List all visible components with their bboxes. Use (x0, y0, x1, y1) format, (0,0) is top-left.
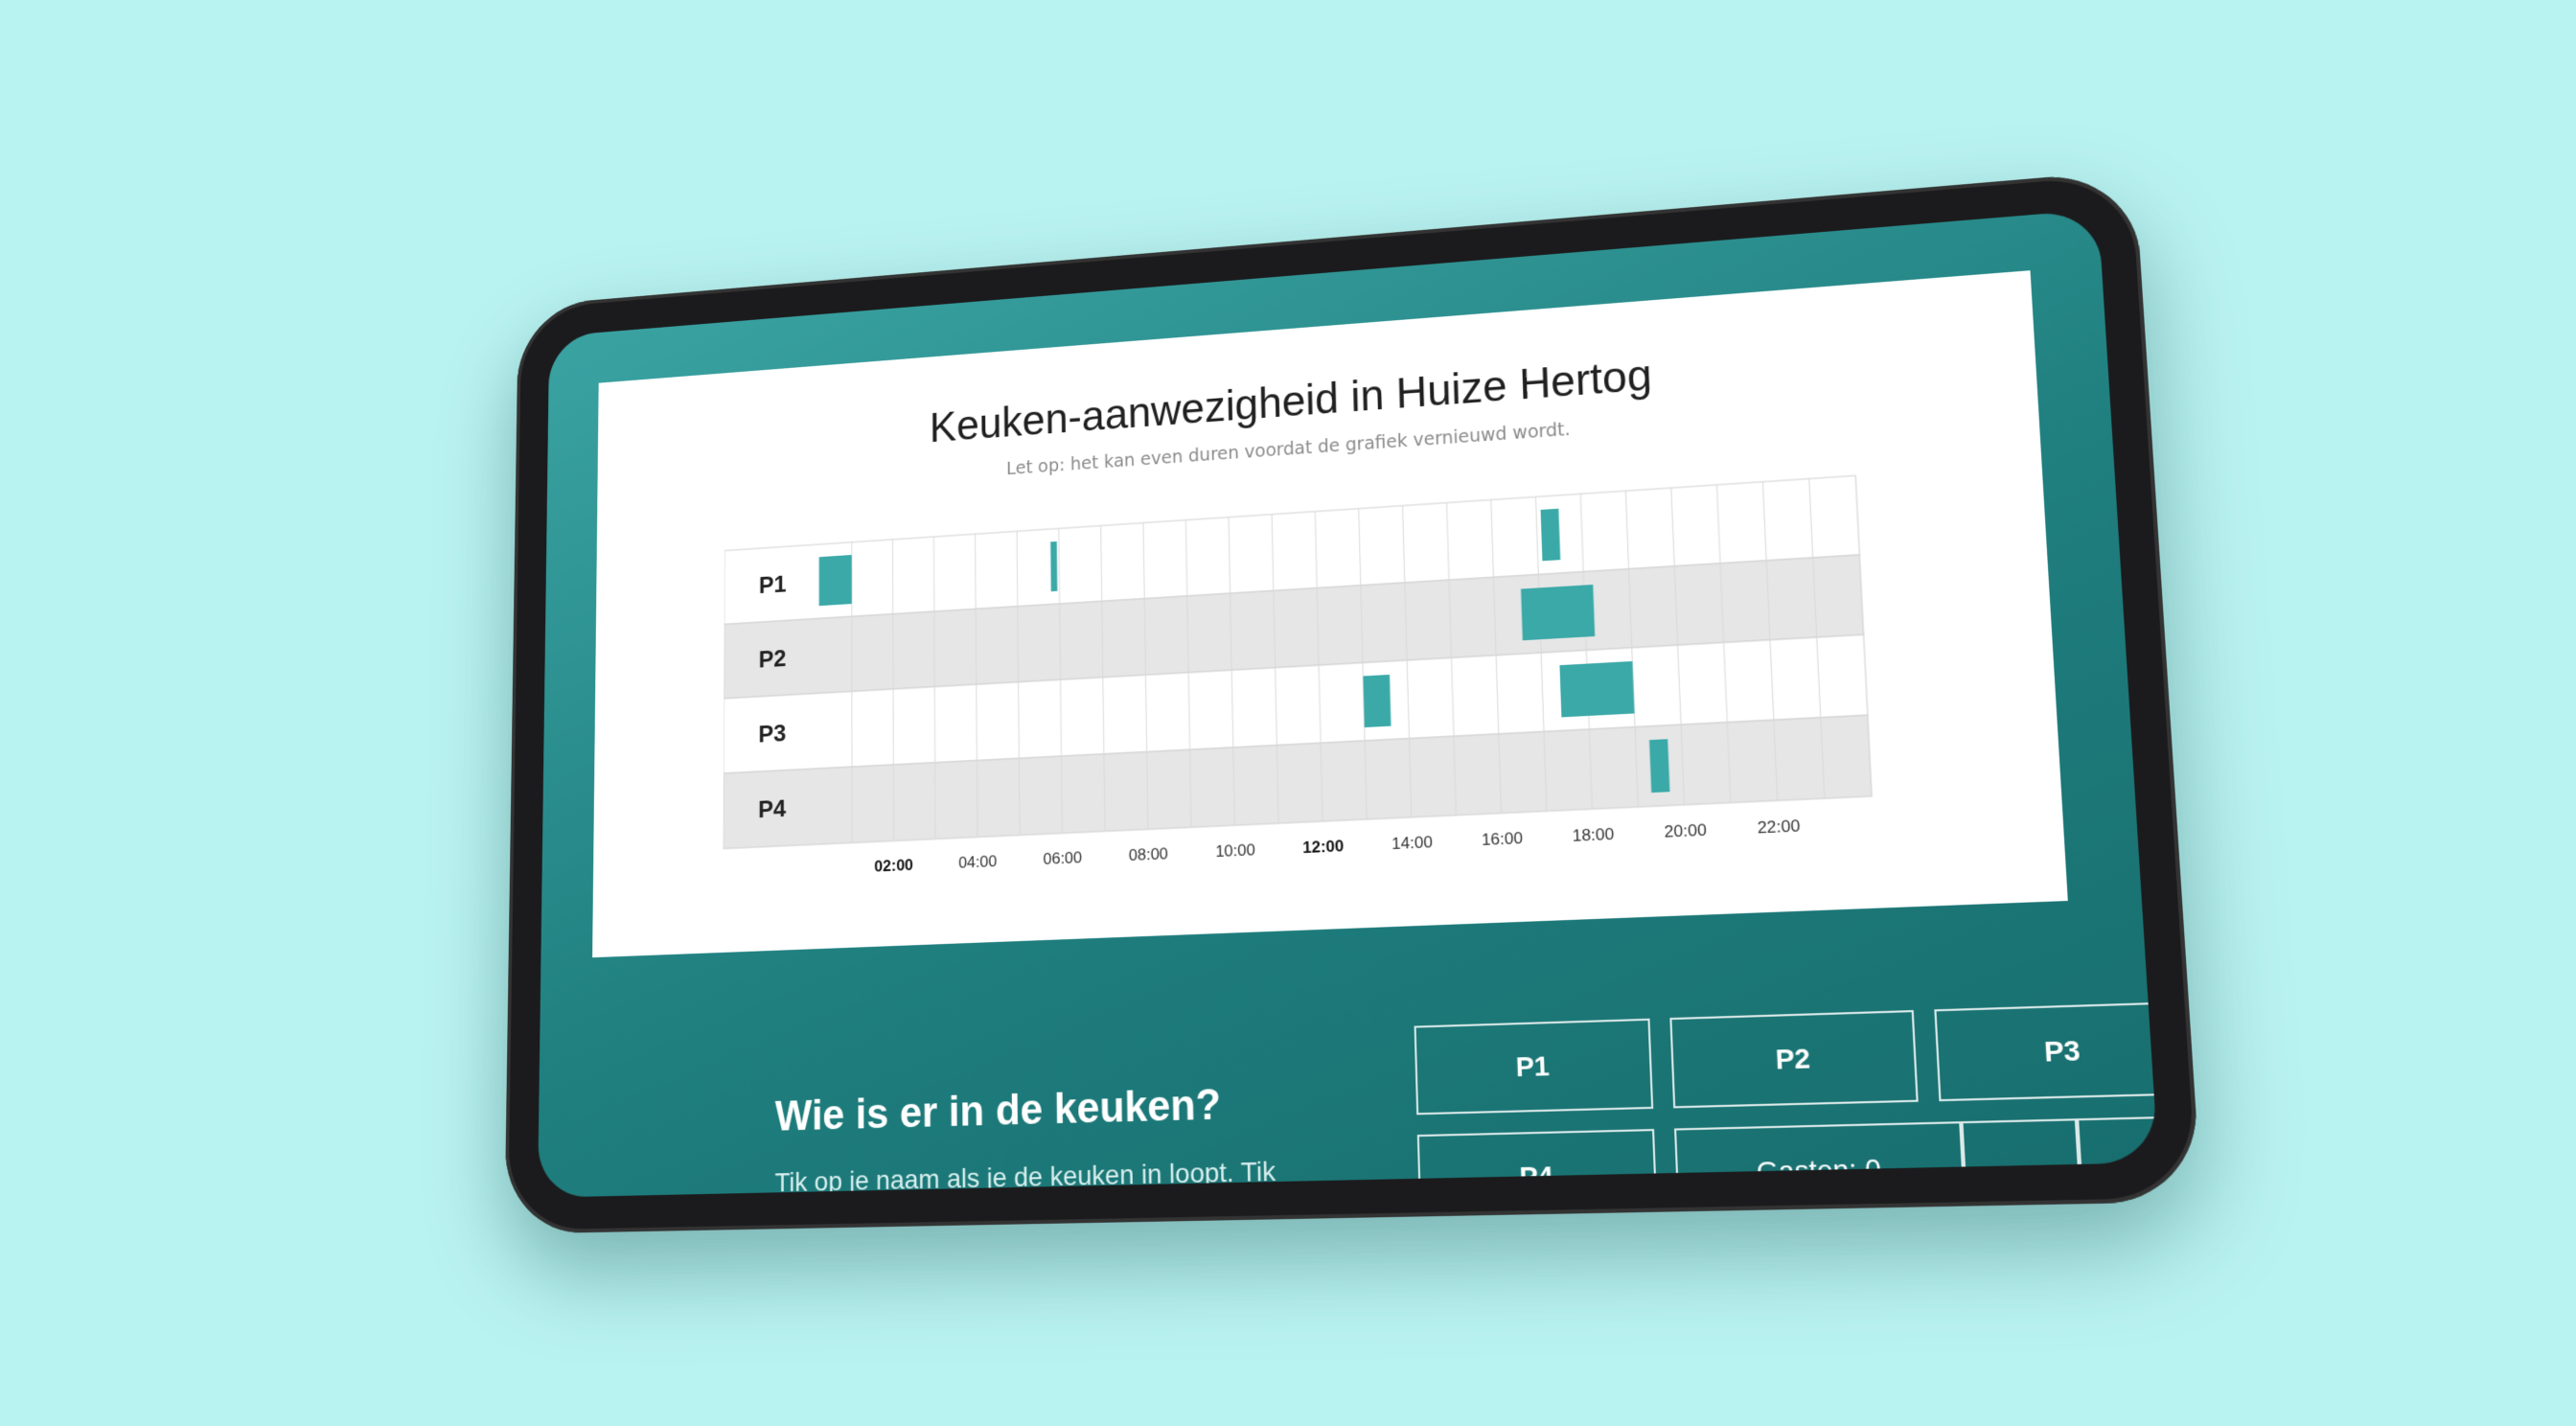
chart-card: Keuken-aanwezigheid in Huize Hertog Let … (592, 270, 2068, 957)
presence-bar-p4 (1649, 739, 1669, 793)
x-tick-label: 22:00 (1757, 816, 1801, 838)
row-label-p1: P1 (759, 571, 787, 599)
person-button-p1[interactable]: P1 (1414, 1019, 1654, 1116)
x-tick-label: 10:00 (1215, 840, 1255, 861)
x-tick-label: 08:00 (1129, 844, 1168, 864)
x-tick-label: 18:00 (1572, 824, 1614, 845)
guests-increment-button[interactable]: + (2077, 1116, 2158, 1198)
x-tick-label: 16:00 (1482, 829, 1524, 849)
checkin-instructions: Tik op je naam als je de keuken in loopt… (774, 1153, 1294, 1198)
x-tick-label: 06:00 (1043, 848, 1082, 868)
scene: Keuken-aanwezigheid in Huize Hertog Let … (0, 0, 2576, 1426)
x-tick-label: 20:00 (1664, 820, 1707, 841)
row-label-p2: P2 (759, 646, 787, 674)
checkin-heading: Wie is er in de keuken? (775, 1081, 1222, 1141)
person-button-p2[interactable]: P2 (1669, 1010, 1918, 1108)
person-button-p3[interactable]: P3 (1934, 1001, 2158, 1101)
tablet-screen: Keuken-aanwezigheid in Huize Hertog Let … (538, 209, 2158, 1197)
presence-timeline-chart: P1 P2 P3 P4 02:00 04:00 06:00 08:00 10:00 12:00 14… (723, 464, 1906, 925)
x-tick-label: 02:00 (874, 856, 913, 876)
x-tick-label: 04:00 (958, 852, 997, 872)
presence-bar-p1 (1050, 541, 1057, 591)
row-label-p4: P4 (758, 795, 787, 823)
guests-counter: Gasten: 0 (1674, 1121, 1966, 1198)
presence-bar-p2 (1521, 585, 1595, 640)
presence-bar-p3 (1559, 661, 1634, 717)
tablet-device: Keuken-aanwezigheid in Huize Hertog Let … (504, 170, 2201, 1234)
presence-bar-p1 (819, 555, 852, 606)
row-label-p3: P3 (758, 721, 786, 748)
presence-bar-p1 (1541, 509, 1561, 562)
x-tick-label: 12:00 (1302, 837, 1344, 857)
x-tick-label: 14:00 (1392, 833, 1433, 853)
presence-bar-p3 (1363, 675, 1391, 727)
guests-decrement-button[interactable]: - (1961, 1118, 2082, 1198)
person-button-p4[interactable]: P4 (1417, 1129, 1658, 1198)
checkin-panel: Wie is er in de keuken? Tik op je naam a… (590, 944, 2082, 1168)
